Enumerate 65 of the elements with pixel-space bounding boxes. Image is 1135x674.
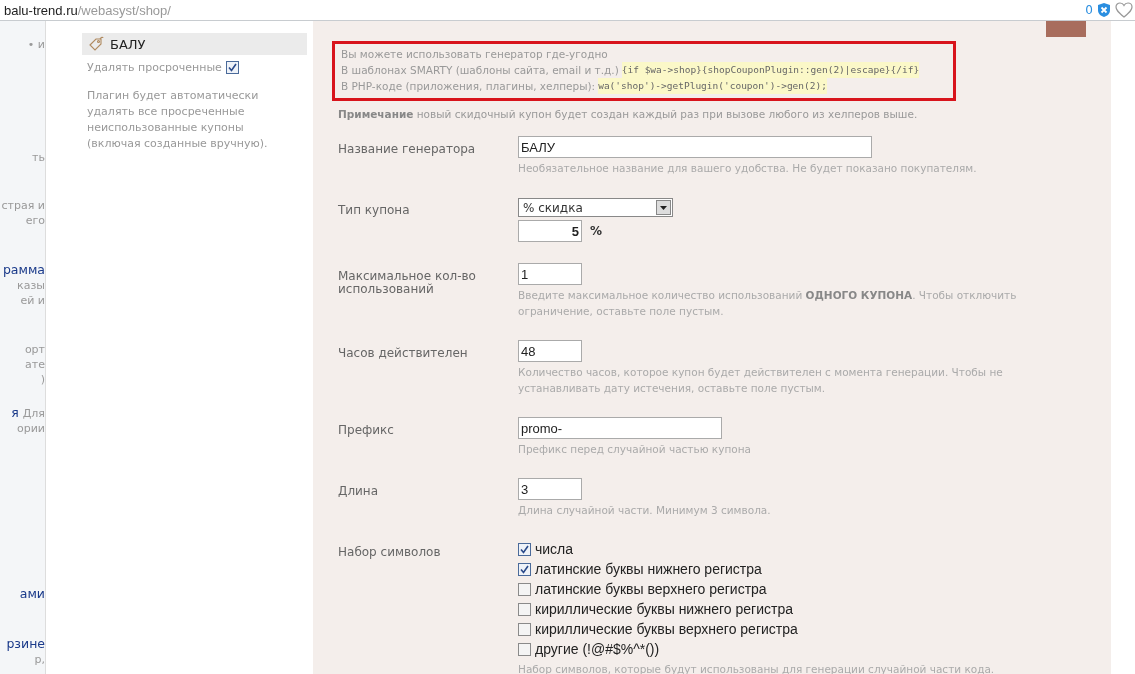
checkbox[interactable] [518,642,531,656]
dropdown[interactable]: % скидка [518,198,673,217]
field-label: Название генератора [338,141,477,158]
hint: Количество часов, которое купон будет действителен с момента генерации. Чтобы не устанавливать дату истечения, оставьте поле пустым. [518,365,1004,396]
unit-label: % [590,224,603,238]
heart-icon [1115,2,1133,18]
caret-icon [656,200,671,215]
text-fragment: ей и [20,294,45,307]
input-field[interactable]: promo- [518,417,722,439]
link[interactable]: я [11,405,19,420]
text-fragment: ть [32,151,45,164]
field-label: Длина [338,483,380,500]
code-snippet: {if $wa->shop}{shopCouponPlugin::gen(2)|escape}{/if} [621,62,920,78]
hint: Необязательное название для вашего удобства. Не будет показано покупателям. [518,161,978,176]
field-label: Максимальное кол-во использований [338,268,477,298]
input-field[interactable]: 5 [518,220,582,242]
checkbox[interactable] [518,622,531,636]
link[interactable]: ами [19,586,45,601]
checkbox[interactable] [518,602,531,616]
text-fragment: орт [24,343,45,356]
check-icon [227,63,237,72]
field-label: Тип купона [338,202,411,219]
note: Примечание новый скидочный купон будет создан каждый раз при вызове любого из хелперов выше. [338,108,919,120]
text-fragment: страя и [1,199,45,212]
shield-icon [1097,2,1111,18]
input-field[interactable]: 48 [518,340,582,362]
field-label: Префикс [338,422,395,439]
link[interactable]: рзине [6,636,45,651]
description: Плагин будет автоматически удалять все просреченные неиспользованные купоны (включая созданные вручную). [87,88,269,152]
link[interactable]: рамма [2,262,45,277]
checkbox-label: другие (!@#$%^*()) [535,641,660,657]
checkbox[interactable] [518,542,531,556]
hint: Длина случайной части. Минимум 3 символа. [518,503,772,518]
text-fragment: ории [17,422,45,435]
text-fragment: ) [40,373,45,386]
input-field[interactable]: 1 [518,263,582,285]
address-bar[interactable]: balu-trend.ru/webasyst/shop/ [4,2,171,18]
checkbox[interactable] [518,562,531,576]
checkbox[interactable] [518,582,531,596]
text: В PHP-коде (приложения, плагины, хелперы): [341,79,596,94]
checkbox-label: кириллические буквы верхнего регистра [535,621,798,637]
text-fragment: ате [25,358,45,371]
hint: Префикс перед случайной частью купона [518,442,752,457]
checkbox-label: кириллические буквы нижнего регистра [535,601,794,617]
hint: Введите максимальное количество использований ОДНОГО КУПОНА. Чтобы отключить ограничение, оставьте поле пустым. [518,288,1018,319]
text: Вы можете использовать генератор где-угодно [341,47,608,62]
text-fragment: р, [34,653,45,666]
input-field[interactable]: 3 [518,478,582,500]
text-fragment: • и [27,38,45,51]
checkbox-label: латинские буквы верхнего регистра [535,581,767,597]
counter: 0 [1085,3,1093,17]
checkbox[interactable] [225,61,239,74]
field-label: Набор символов [338,544,442,561]
text-fragment: Для [22,407,45,420]
input-field[interactable]: БАЛУ [518,136,872,158]
checkbox-label: латинские буквы нижнего регистра [535,561,762,577]
checkbox-label: числа [535,541,574,557]
text: В шаблонах SMARTY (шаблоны сайта, email и т.д.) [341,63,619,78]
checkbox-label: Удалять просроченные [87,61,222,74]
text-fragment: казы [17,279,45,292]
text-fragment: его [25,214,45,227]
tag-icon [88,36,104,52]
code-snippet: wa('shop')->getPlugin('coupon')->gen(2); [598,78,827,94]
field-label: Часов действителен [338,345,469,362]
sidebar-item[interactable]: БАЛУ [82,33,307,55]
